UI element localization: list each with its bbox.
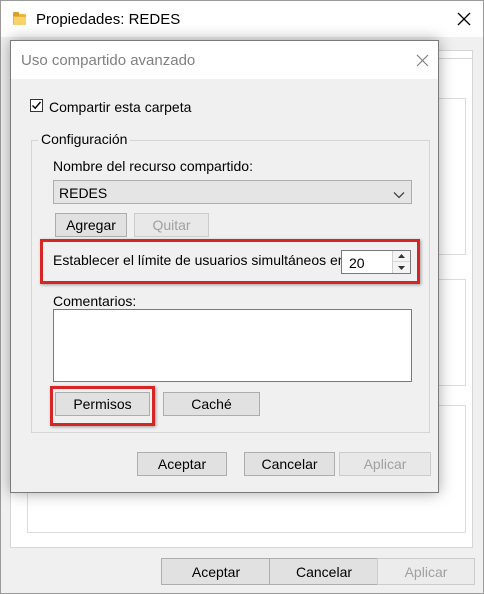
- cache-button[interactable]: Caché: [163, 392, 260, 416]
- folder-icon: [13, 12, 26, 25]
- properties-title: Propiedades: REDES: [36, 11, 181, 28]
- remove-button[interactable]: Quitar: [134, 213, 209, 237]
- advanced-sharing-dialog: Uso compartido avanzado Compartir esta c…: [10, 40, 439, 493]
- share-folder-label[interactable]: Compartir esta carpeta: [49, 99, 191, 115]
- accept-button[interactable]: Aceptar: [137, 452, 227, 476]
- cancel-button[interactable]: Cancelar: [244, 452, 335, 476]
- outer-cancel-button[interactable]: Cancelar: [269, 558, 379, 585]
- user-limit-highlight: [40, 239, 420, 284]
- close-icon[interactable]: [409, 47, 435, 73]
- share-name-value: REDES: [59, 185, 108, 201]
- close-icon[interactable]: [445, 1, 483, 37]
- share-name-label: Nombre del recurso compartido:: [53, 158, 253, 174]
- configuration-group-title: Configuración: [38, 131, 131, 147]
- outer-apply-button[interactable]: Aplicar: [377, 558, 475, 585]
- comments-textarea[interactable]: [53, 309, 412, 382]
- dialog-titlebar: Uso compartido avanzado: [11, 41, 438, 79]
- dialog-title: Uso compartido avanzado: [21, 52, 196, 69]
- comments-label: Comentarios:: [53, 293, 137, 309]
- apply-button[interactable]: Aplicar: [339, 452, 431, 476]
- chevron-down-icon: [393, 187, 405, 202]
- share-folder-checkbox[interactable]: [30, 99, 43, 112]
- checkmark-icon: [32, 101, 42, 110]
- share-name-dropdown[interactable]: REDES: [53, 180, 412, 204]
- add-button[interactable]: Agregar: [55, 213, 127, 237]
- outer-accept-button[interactable]: Aceptar: [161, 558, 271, 585]
- permissions-highlight: [50, 386, 155, 426]
- properties-titlebar: Propiedades: REDES: [1, 1, 483, 37]
